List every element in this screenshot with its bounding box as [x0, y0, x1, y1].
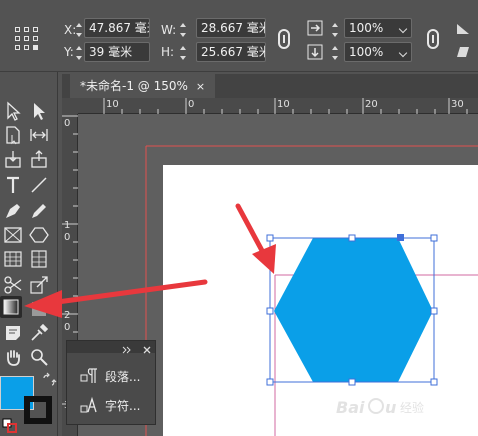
v-ruler-number: 2 — [64, 310, 71, 321]
document-page[interactable] — [163, 165, 478, 436]
gap-tool-icon[interactable] — [28, 124, 50, 146]
constrain-proportions-link-icon[interactable] — [276, 25, 292, 53]
gradient-swatch-tool-icon[interactable] — [0, 296, 22, 318]
swap-fill-stroke-icon[interactable] — [41, 372, 57, 388]
y-field[interactable]: 39 毫米 — [84, 42, 150, 62]
panel-header-controls — [122, 346, 151, 354]
v-ruler-number: 0 — [64, 322, 71, 333]
polygon-tool-icon[interactable] — [28, 224, 50, 246]
paragraph-icon — [80, 368, 97, 383]
rotate-icon — [455, 20, 471, 36]
h-ruler-number: 10 — [106, 99, 119, 110]
w-field[interactable]: 28.667 毫米 — [196, 18, 266, 38]
panel-header[interactable] — [67, 341, 155, 354]
h-ruler-number: 30 — [451, 99, 464, 110]
type-tool-icon[interactable] — [2, 174, 24, 196]
note-tool-icon[interactable] — [2, 322, 24, 344]
character-icon — [80, 396, 97, 413]
h-label: H: — [161, 45, 175, 59]
horizontal-grid-tool-icon[interactable] — [2, 248, 24, 270]
v-ruler-number: 1 — [64, 220, 71, 231]
tab-document[interactable]: *未命名-1 @ 150% × — [70, 74, 216, 98]
scale-x-icon — [307, 20, 323, 36]
panel-item-character[interactable]: 字符... — [75, 395, 155, 417]
eyedropper-tool-icon[interactable] — [28, 322, 50, 344]
w-stepper[interactable] — [178, 20, 188, 40]
default-fill-stroke-icon[interactable] — [2, 418, 18, 434]
hand-tool-icon[interactable] — [2, 346, 24, 368]
panel-item-label: 段落... — [105, 370, 141, 384]
stroke-swatch[interactable] — [24, 396, 52, 424]
paragraph-character-panel: 段落... 字符... — [66, 340, 156, 425]
h-field[interactable]: 25.667 毫米 — [196, 42, 266, 62]
y-label: Y: — [64, 45, 74, 59]
content-placer-tool-icon[interactable] — [28, 148, 50, 170]
panel-item-paragraph[interactable]: 段落... — [75, 366, 155, 388]
reference-point-icon[interactable] — [15, 27, 39, 51]
h-ruler-number: 10 — [277, 99, 290, 110]
ruler-origin[interactable] — [62, 98, 78, 114]
content-collector-tool-icon[interactable] — [2, 148, 24, 170]
h-ruler-number: 0 — [188, 99, 195, 110]
w-label: W: — [161, 23, 177, 37]
zoom-tool-icon[interactable] — [28, 346, 50, 368]
x-stepper[interactable] — [74, 20, 84, 40]
free-transform-tool-icon[interactable] — [28, 274, 50, 296]
scale-x-dropdown-icon[interactable] — [398, 18, 410, 38]
x-field[interactable]: 47.867 毫米 — [84, 18, 150, 38]
scale-y-dropdown-icon[interactable] — [398, 42, 410, 62]
v-ruler-number: 0 — [64, 232, 71, 243]
indesign-window: X: 47.867 毫米 Y: 39 毫米 W: 28.667 毫米 H: 25… — [0, 0, 478, 436]
horizontal-ruler[interactable]: 10 0 10 20 30 — [78, 98, 478, 114]
tab-title: *未命名-1 @ 150% — [80, 79, 188, 93]
v-ruler-number: 0 — [64, 118, 71, 129]
h-stepper[interactable] — [178, 43, 188, 63]
page-tool-icon[interactable] — [2, 124, 24, 146]
rectangle-frame-tool-icon[interactable] — [2, 224, 24, 246]
document-tab-strip: *未命名-1 @ 150% × — [62, 74, 478, 98]
panel-item-label: 字符... — [105, 399, 141, 413]
vertical-grid-tool-icon[interactable] — [28, 248, 50, 270]
scissors-tool-icon[interactable] — [2, 274, 24, 296]
line-tool-icon[interactable] — [28, 174, 50, 196]
pen-tool-icon[interactable] — [2, 200, 24, 222]
constrain-scale-link-icon[interactable] — [425, 25, 441, 53]
y-stepper[interactable] — [74, 43, 84, 63]
direct-selection-tool-icon[interactable] — [28, 100, 50, 122]
selection-tool-icon[interactable] — [2, 100, 24, 122]
scale-y-stepper[interactable] — [330, 43, 340, 63]
control-bar: X: 47.867 毫米 Y: 39 毫米 W: 28.667 毫米 H: 25… — [0, 0, 478, 72]
scale-x-stepper[interactable] — [330, 20, 340, 40]
scale-y-icon — [307, 44, 323, 60]
gradient-feather-tool-icon[interactable] — [28, 298, 50, 320]
shear-icon — [455, 44, 471, 60]
h-ruler-number: 20 — [365, 99, 378, 110]
tab-close-icon[interactable]: × — [196, 80, 205, 93]
pencil-tool-icon[interactable] — [28, 200, 50, 222]
